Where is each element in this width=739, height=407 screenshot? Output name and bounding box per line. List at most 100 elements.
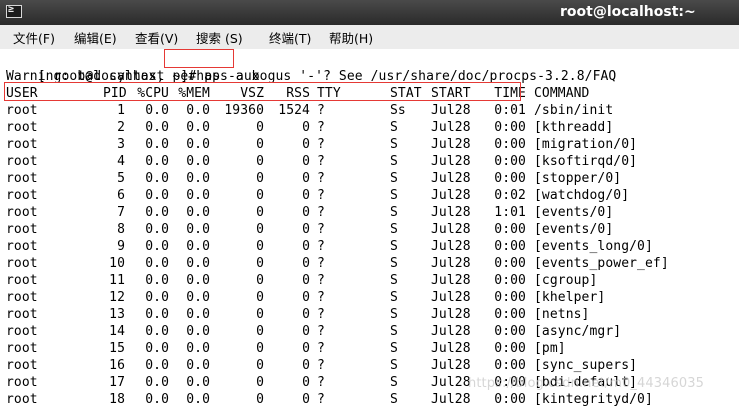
terminal-output[interactable]: [ root@localhost ~]# ps -aux Warning: ba… [0, 49, 739, 407]
cell-command: [watchdog/0] [534, 188, 630, 203]
cell-stat: S [390, 324, 398, 339]
cell-mem: 0.0 [186, 137, 210, 152]
menu-file[interactable]: 文件(F) [13, 28, 55, 47]
cell-stat: S [390, 358, 398, 373]
cell-time: 0:00 [494, 171, 526, 186]
cell-start: Jul28 [431, 290, 471, 305]
cell-command: /sbin/init [534, 103, 614, 118]
cell-rss: 0 [302, 392, 310, 407]
menu-edit[interactable]: 编辑(E) [74, 28, 117, 47]
cell-user: root [6, 256, 38, 271]
cell-tty: ? [317, 205, 325, 220]
cell-cpu: 0.0 [145, 392, 169, 407]
terminal-icon-glyph: ≥ [8, 4, 15, 15]
cell-user: root [6, 103, 38, 118]
cell-stat: S [390, 375, 398, 390]
cell-tty: ? [317, 307, 325, 322]
cell-rss: 0 [302, 188, 310, 203]
cell-time: 0:00 [494, 256, 526, 271]
cell-rss: 0 [302, 273, 310, 288]
cell-user: root [6, 273, 38, 288]
cell-user: root [6, 154, 38, 169]
cell-command: [events_power_ef] [534, 256, 669, 271]
cell-cpu: 0.0 [145, 290, 169, 305]
cell-start: Jul28 [431, 137, 471, 152]
cell-cpu: 0.0 [145, 120, 169, 135]
cell-vsz: 0 [256, 239, 264, 254]
header-vsz: VSZ [240, 86, 264, 101]
cell-cpu: 0.0 [145, 375, 169, 390]
cell-mem: 0.0 [186, 324, 210, 339]
cell-user: root [6, 290, 38, 305]
cell-user: root [6, 324, 38, 339]
cell-rss: 0 [302, 341, 310, 356]
title-bar[interactable]: ≥ root@localhost:~ [0, 0, 739, 26]
header-start: START [431, 86, 471, 101]
header-stat: STAT [390, 86, 422, 101]
cell-cpu: 0.0 [145, 239, 169, 254]
cell-cpu: 0.0 [145, 154, 169, 169]
cell-tty: ? [317, 358, 325, 373]
cell-start: Jul28 [431, 273, 471, 288]
watermark-text: https://blog.csdn.net/m0_44346035 [468, 376, 704, 391]
cell-cpu: 0.0 [145, 341, 169, 356]
cell-mem: 0.0 [186, 154, 210, 169]
cell-rss: 0 [302, 358, 310, 373]
cell-tty: ? [317, 188, 325, 203]
menu-search[interactable]: 搜索 (S) [196, 28, 243, 47]
cell-command: [kthreadd] [534, 120, 614, 135]
header-tty: TTY [317, 86, 341, 101]
cell-command: [sync_supers] [534, 358, 638, 373]
cell-pid: 5 [117, 171, 125, 186]
header-pid: PID [103, 86, 127, 101]
cell-vsz: 0 [256, 188, 264, 203]
menu-help[interactable]: 帮助(H) [329, 28, 373, 47]
cell-pid: 16 [109, 358, 125, 373]
menu-view[interactable]: 查看(V) [135, 28, 178, 47]
cell-mem: 0.0 [186, 392, 210, 407]
cell-tty: ? [317, 120, 325, 135]
cell-mem: 0.0 [186, 358, 210, 373]
cell-pid: 8 [117, 222, 125, 237]
cell-start: Jul28 [431, 222, 471, 237]
cell-start: Jul28 [431, 324, 471, 339]
menu-terminal[interactable]: 终端(T) [269, 28, 311, 47]
cell-user: root [6, 137, 38, 152]
cell-rss: 0 [302, 324, 310, 339]
cell-command: [netns] [534, 307, 590, 322]
cell-start: Jul28 [431, 171, 471, 186]
cell-cpu: 0.0 [145, 222, 169, 237]
cell-pid: 4 [117, 154, 125, 169]
cell-rss: 0 [302, 137, 310, 152]
cell-command: [ksoftirqd/0] [534, 154, 638, 169]
cell-cpu: 0.0 [145, 205, 169, 220]
cell-time: 0:00 [494, 120, 526, 135]
cell-start: Jul28 [431, 307, 471, 322]
cell-mem: 0.0 [186, 222, 210, 237]
cell-vsz: 0 [256, 324, 264, 339]
cell-stat: S [390, 120, 398, 135]
cell-cpu: 0.0 [145, 307, 169, 322]
cell-rss: 0 [302, 154, 310, 169]
cell-command: [async/mgr] [534, 324, 622, 339]
cell-command: [cgroup] [534, 273, 598, 288]
cell-user: root [6, 307, 38, 322]
cell-time: 0:02 [494, 188, 526, 203]
header-command: COMMAND [534, 86, 590, 101]
cell-command: [events/0] [534, 222, 614, 237]
cell-rss: 0 [302, 239, 310, 254]
cell-time: 0:00 [494, 239, 526, 254]
cell-user: root [6, 375, 38, 390]
header-cpu: %CPU [137, 86, 169, 101]
window-title: root@localhost:~ [560, 4, 696, 20]
cell-start: Jul28 [431, 188, 471, 203]
cell-pid: 18 [109, 392, 125, 407]
cell-user: root [6, 205, 38, 220]
cell-start: Jul28 [431, 103, 471, 118]
cell-command: [stopper/0] [534, 171, 622, 186]
cell-time: 0:00 [494, 154, 526, 169]
cell-rss: 1524 [278, 103, 310, 118]
cell-start: Jul28 [431, 375, 471, 390]
header-rss: RSS [286, 86, 310, 101]
warning-line: Warning: bad syntax, perhaps a bogus '-'… [6, 69, 617, 84]
